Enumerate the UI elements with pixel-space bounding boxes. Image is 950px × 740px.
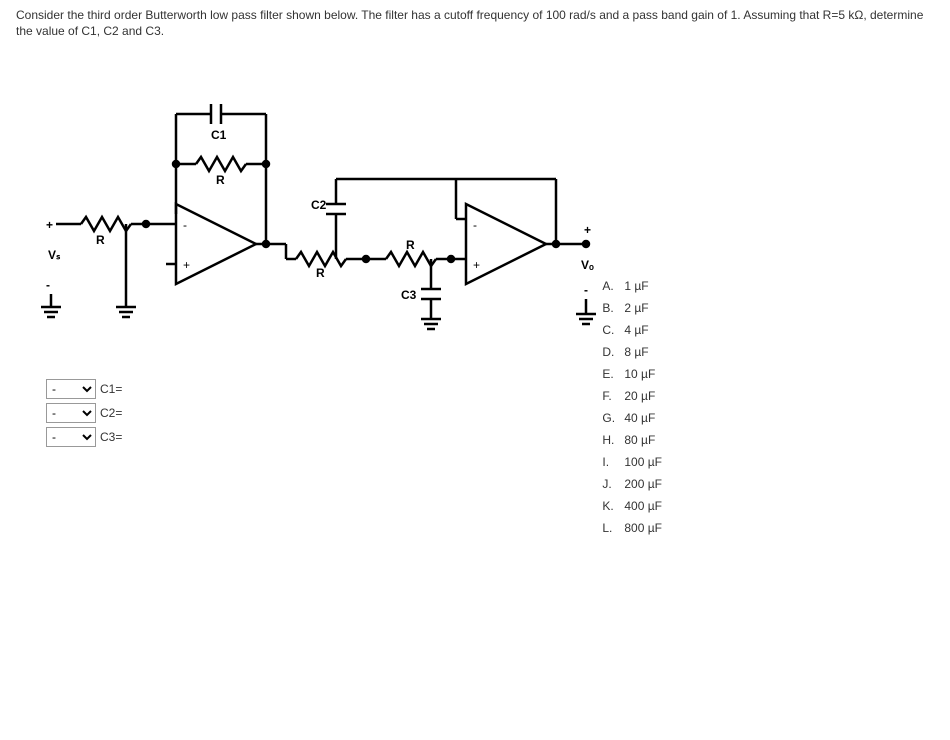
svg-text:R: R	[216, 173, 225, 187]
svg-text:C1: C1	[211, 128, 227, 142]
question-text: Consider the third order Butterworth low…	[16, 8, 934, 39]
select-c1[interactable]: -	[46, 379, 96, 399]
label-c2: C2=	[100, 406, 122, 420]
option-k: K.400 µF	[602, 499, 662, 513]
option-h: H.80 µF	[602, 433, 662, 447]
label-c1: C1=	[100, 382, 122, 396]
option-g: G.40 µF	[602, 411, 662, 425]
svg-text:+: +	[584, 223, 591, 237]
svg-text:-: -	[584, 283, 588, 297]
svg-text:-: -	[473, 218, 477, 232]
svg-text:R: R	[316, 266, 325, 280]
option-f: F.20 µF	[602, 389, 662, 403]
circuit-diagram: + Vₛ - R - +	[16, 59, 934, 339]
svg-text:C3: C3	[401, 288, 417, 302]
label-c3: C3=	[100, 430, 122, 444]
select-row-c1: - C1=	[46, 379, 122, 399]
svg-text:+: +	[473, 258, 480, 272]
option-e: E.10 µF	[602, 367, 662, 381]
svg-text:-: -	[183, 218, 187, 232]
option-i: I.100 µF	[602, 455, 662, 469]
svg-text:R: R	[96, 233, 105, 247]
svg-text:C2: C2	[311, 198, 327, 212]
option-j: J.200 µF	[602, 477, 662, 491]
select-row-c3: - C3=	[46, 427, 122, 447]
svg-text:+: +	[46, 218, 53, 232]
svg-text:R: R	[406, 238, 415, 252]
select-group: - C1= - C2= - C3=	[46, 379, 122, 447]
svg-text:Vₒ: Vₒ	[581, 258, 594, 272]
option-d: D.8 µF	[602, 345, 662, 359]
svg-text:+: +	[183, 258, 190, 272]
select-c3[interactable]: -	[46, 427, 96, 447]
select-row-c2: - C2=	[46, 403, 122, 423]
svg-text:-: -	[46, 278, 50, 292]
select-c2[interactable]: -	[46, 403, 96, 423]
svg-text:Vₛ: Vₛ	[48, 248, 61, 262]
option-l: L.800 µF	[602, 521, 662, 535]
answer-area: - C1= - C2= - C3= A.1 µF B.2 µF C.4 µF D…	[16, 379, 934, 535]
